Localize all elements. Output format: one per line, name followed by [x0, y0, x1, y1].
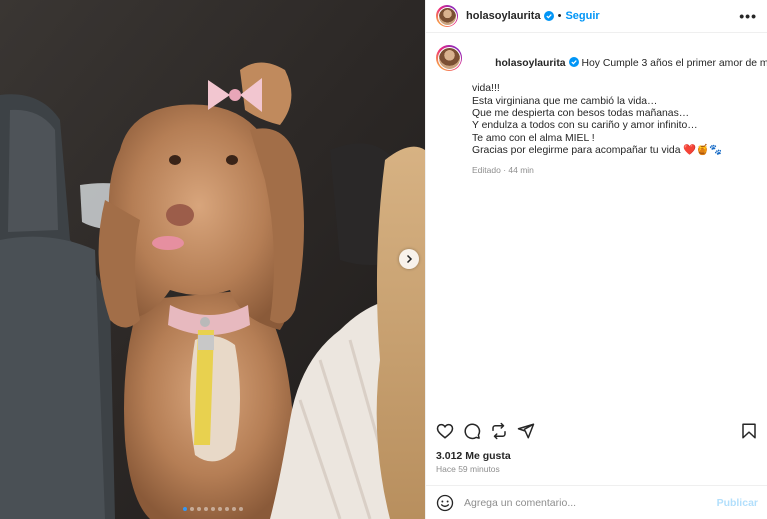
carousel-dot	[210, 507, 215, 511]
caption-line: Esta virginiana que me cambió la vida…	[472, 95, 658, 107]
avatar[interactable]	[436, 5, 458, 27]
more-options-button[interactable]: •••	[739, 8, 757, 24]
post-photo[interactable]	[0, 0, 425, 519]
separator-dot: •	[557, 10, 562, 22]
follow-button[interactable]: Seguir	[565, 10, 599, 22]
carousel-next-button[interactable]	[399, 249, 419, 269]
heart-icon	[436, 423, 454, 439]
smiley-icon[interactable]	[436, 494, 454, 512]
caption-line: vida!!!	[472, 83, 500, 95]
carousel-indicator	[0, 507, 425, 511]
caption-line: Que me despierta con besos todas mañanas…	[472, 108, 690, 120]
username-link[interactable]: holasoylaurita	[466, 10, 541, 22]
post-time[interactable]: Hace 59 minutos	[436, 464, 500, 474]
caption-emojis: ❤️🍯🐾	[683, 145, 723, 157]
share-button[interactable]	[517, 422, 535, 440]
bookmark-icon	[742, 423, 756, 439]
carousel-dot	[217, 507, 222, 511]
dog-in-car-photo	[0, 0, 425, 519]
comment-input[interactable]	[464, 496, 717, 509]
caption-meta: Editado · 44 min	[472, 164, 534, 175]
like-button[interactable]	[436, 422, 454, 440]
comment-bubble-icon	[464, 423, 481, 440]
carousel-dot	[224, 507, 229, 511]
repost-icon	[492, 422, 506, 440]
carousel-dot	[196, 507, 201, 511]
caption-line: Y endulza a todos con su cariño y amor i…	[472, 120, 698, 132]
verified-badge-icon	[568, 57, 579, 68]
caption-body: holasoylaurita Hoy Cumple 3 años el prim…	[472, 45, 767, 176]
carousel-dot	[231, 507, 236, 511]
caption-username[interactable]: holasoylaurita	[495, 58, 565, 69]
likes-count[interactable]: 3.012 Me gusta	[436, 450, 511, 462]
chevron-right-icon	[406, 254, 413, 264]
send-icon	[517, 423, 535, 439]
carousel-dot	[189, 507, 194, 511]
post-sidebar: holasoylaurita • Seguir ••• holasoylauri…	[425, 0, 767, 519]
comment-bar: Publicar	[426, 485, 767, 519]
carousel-dot	[182, 507, 187, 511]
repost-button[interactable]	[490, 422, 508, 440]
save-button[interactable]	[740, 422, 758, 440]
comment-button[interactable]	[463, 422, 481, 440]
caption-line: Te amo con el alma MIEL !	[472, 132, 595, 144]
caption-line: Hoy Cumple 3 años el primer amor de mi	[581, 58, 767, 70]
carousel-dot	[203, 507, 208, 511]
caption-line: Gracias por elegirme para acompañar tu v…	[472, 145, 681, 157]
post-header: holasoylaurita • Seguir •••	[426, 0, 767, 33]
caption-avatar[interactable]	[436, 45, 462, 71]
caption: holasoylaurita Hoy Cumple 3 años el prim…	[426, 33, 767, 176]
carousel-dot	[238, 507, 243, 511]
verified-badge-icon	[543, 11, 554, 21]
publish-button[interactable]: Publicar	[717, 497, 758, 509]
action-bar	[426, 420, 767, 442]
